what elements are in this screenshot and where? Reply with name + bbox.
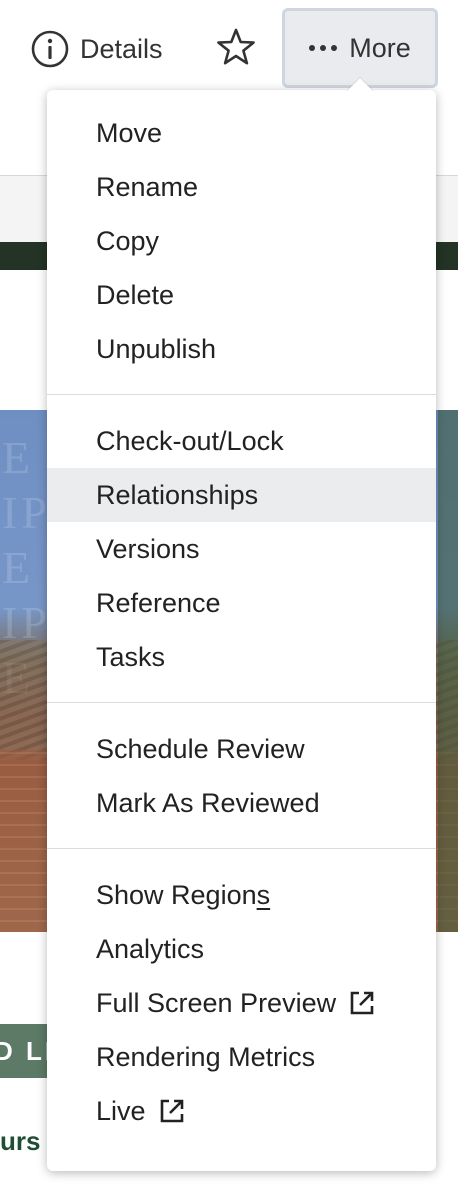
more-dropdown-menu: Move Rename Copy Delete Unpublish Check-…	[47, 90, 436, 1171]
menu-item-tasks[interactable]: Tasks	[47, 630, 436, 684]
external-link-icon	[348, 989, 376, 1017]
menu-item-delete[interactable]: Delete	[47, 268, 436, 322]
menu-item-copy[interactable]: Copy	[47, 214, 436, 268]
info-circle-icon	[30, 29, 70, 69]
external-link-icon	[158, 1097, 186, 1125]
menu-item-move[interactable]: Move	[47, 106, 436, 160]
menu-caret	[346, 78, 374, 92]
details-label: Details	[80, 33, 163, 64]
menu-item-full-screen-preview[interactable]: Full Screen Preview	[47, 976, 436, 1030]
menu-item-versions[interactable]: Versions	[47, 522, 436, 576]
menu-divider	[47, 848, 436, 849]
menu-divider	[47, 394, 436, 395]
star-outline-icon	[216, 27, 256, 72]
menu-item-unpublish[interactable]: Unpublish	[47, 322, 436, 376]
menu-item-mark-as-reviewed[interactable]: Mark As Reviewed	[47, 776, 436, 830]
menu-item-relationships[interactable]: Relationships	[47, 468, 436, 522]
menu-item-live[interactable]: Live	[47, 1084, 436, 1138]
more-button[interactable]: More	[282, 8, 438, 88]
menu-divider	[47, 702, 436, 703]
details-button[interactable]: Details	[30, 28, 163, 70]
menu-item-schedule-review[interactable]: Schedule Review	[47, 722, 436, 776]
menu-item-reference[interactable]: Reference	[47, 576, 436, 630]
ellipsis-icon	[309, 45, 338, 51]
toolbar: Details More	[0, 0, 458, 98]
favorite-button[interactable]	[214, 28, 258, 70]
more-label: More	[349, 32, 411, 63]
menu-item-check-out-lock[interactable]: Check-out/Lock	[47, 414, 436, 468]
hero-tree-edge	[438, 410, 458, 932]
menu-item-rendering-metrics[interactable]: Rendering Metrics	[47, 1030, 436, 1084]
menu-item-rename[interactable]: Rename	[47, 160, 436, 214]
menu-item-show-regions[interactable]: Show Regions	[47, 868, 436, 922]
page-link[interactable]: urs	[0, 1126, 40, 1157]
menu-item-analytics[interactable]: Analytics	[47, 922, 436, 976]
